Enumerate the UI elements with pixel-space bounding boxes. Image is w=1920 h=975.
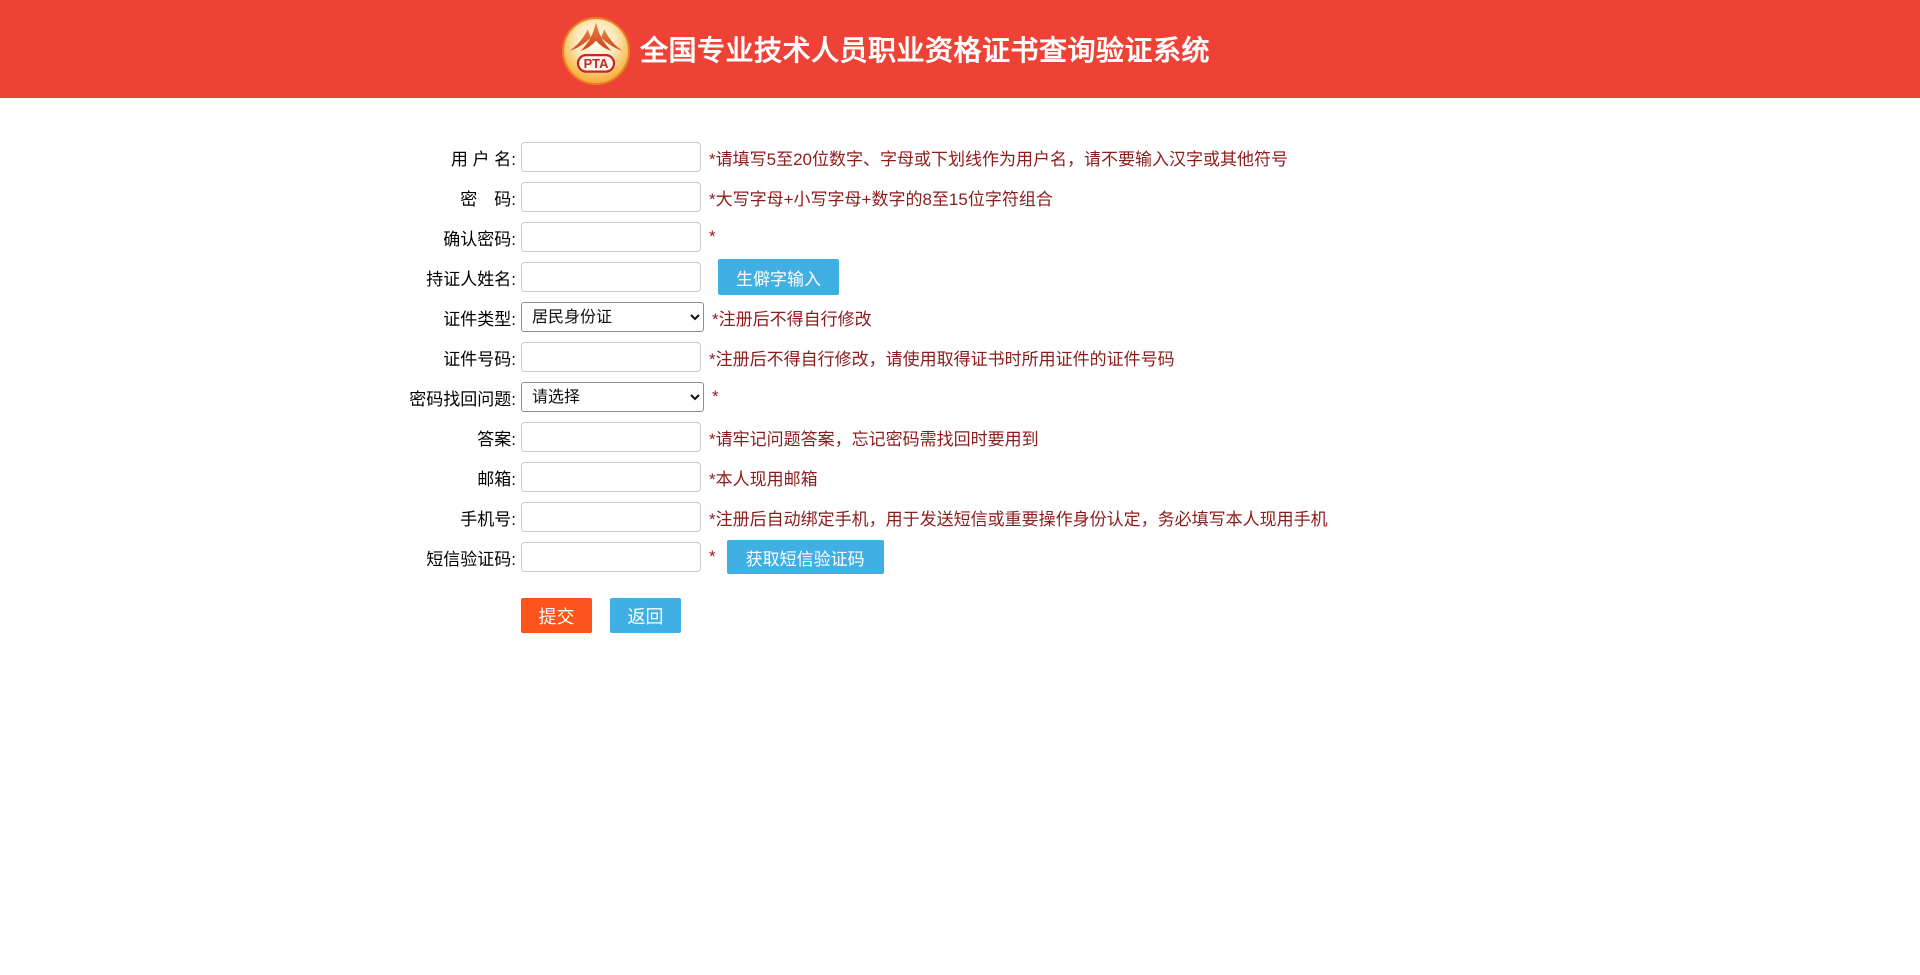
answer-label: 答案: [392, 425, 516, 450]
confirm-password-input[interactable] [521, 222, 701, 252]
mobile-input[interactable] [521, 502, 701, 532]
password-hint: *大写字母+小写字母+数字的8至15位字符组合 [709, 185, 1053, 210]
cert-number-input[interactable] [521, 342, 701, 372]
username-hint: *请填写5至20位数字、字母或下划线作为用户名，请不要输入汉字或其他符号 [709, 145, 1288, 170]
rare-character-input-button[interactable]: 生僻字输入 [718, 259, 839, 295]
cert-type-select[interactable]: 居民身份证 [521, 302, 704, 332]
security-question-select[interactable]: 请选择 [521, 382, 704, 412]
confirm-password-label: 确认密码: [392, 225, 516, 250]
security-question-required-mark: * [712, 387, 719, 407]
submit-button[interactable]: 提交 [521, 598, 592, 633]
holder-name-input[interactable] [521, 262, 701, 292]
pta-logo-text: PTA [584, 55, 609, 70]
username-input[interactable] [521, 142, 701, 172]
form-row-password: 密 码: *大写字母+小写字母+数字的8至15位字符组合 [392, 177, 1920, 217]
registration-form: 用 户 名: *请填写5至20位数字、字母或下划线作为用户名，请不要输入汉字或其… [0, 98, 1920, 633]
app-header: PTA 全国专业技术人员职业资格证书查询验证系统 [0, 0, 1920, 98]
get-sms-code-button[interactable]: 获取短信验证码 [727, 540, 884, 574]
password-input[interactable] [521, 182, 701, 212]
answer-input[interactable] [521, 422, 701, 452]
email-label: 邮箱: [392, 465, 516, 490]
form-row-cert-type: 证件类型: 居民身份证 *注册后不得自行修改 [392, 297, 1920, 337]
sms-code-required-mark: * [709, 547, 716, 567]
pta-logo-icon: PTA [561, 16, 631, 86]
mobile-hint: *注册后自动绑定手机，用于发送短信或重要操作身份认定，务必填写本人现用手机 [709, 505, 1328, 530]
page-title: 全国专业技术人员职业资格证书查询验证系统 [640, 29, 1210, 69]
cert-number-hint: *注册后不得自行修改，请使用取得证书时所用证件的证件号码 [709, 345, 1175, 370]
cert-type-hint: *注册后不得自行修改 [712, 305, 872, 330]
form-row-security-question: 密码找回问题: 请选择 * [392, 377, 1920, 417]
holder-name-label: 持证人姓名: [392, 265, 516, 290]
confirm-password-required-mark: * [709, 227, 716, 247]
header-content: PTA 全国专业技术人员职业资格证书查询验证系统 [561, 0, 1210, 98]
sms-code-input[interactable] [521, 542, 701, 572]
cert-number-label: 证件号码: [392, 345, 516, 370]
form-row-email: 邮箱: *本人现用邮箱 [392, 457, 1920, 497]
answer-hint: *请牢记问题答案，忘记密码需找回时要用到 [709, 425, 1039, 450]
form-row-confirm-password: 确认密码: * [392, 217, 1920, 257]
form-row-mobile: 手机号: *注册后自动绑定手机，用于发送短信或重要操作身份认定，务必填写本人现用… [392, 497, 1920, 537]
form-row-answer: 答案: *请牢记问题答案，忘记密码需找回时要用到 [392, 417, 1920, 457]
form-row-username: 用 户 名: *请填写5至20位数字、字母或下划线作为用户名，请不要输入汉字或其… [392, 137, 1920, 177]
cert-type-label: 证件类型: [392, 305, 516, 330]
form-row-sms-code: 短信验证码: * 获取短信验证码 [392, 537, 1920, 577]
sms-code-label: 短信验证码: [392, 545, 516, 570]
password-label: 密 码: [392, 185, 516, 210]
email-input[interactable] [521, 462, 701, 492]
mobile-label: 手机号: [392, 505, 516, 530]
back-button[interactable]: 返回 [610, 598, 681, 633]
form-actions: 提交 返回 [521, 598, 1920, 633]
form-row-holder-name: 持证人姓名: 生僻字输入 [392, 257, 1920, 297]
username-label: 用 户 名: [392, 145, 516, 170]
email-hint: *本人现用邮箱 [709, 465, 818, 490]
security-question-label: 密码找回问题: [392, 385, 516, 410]
form-row-cert-number: 证件号码: *注册后不得自行修改，请使用取得证书时所用证件的证件号码 [392, 337, 1920, 377]
